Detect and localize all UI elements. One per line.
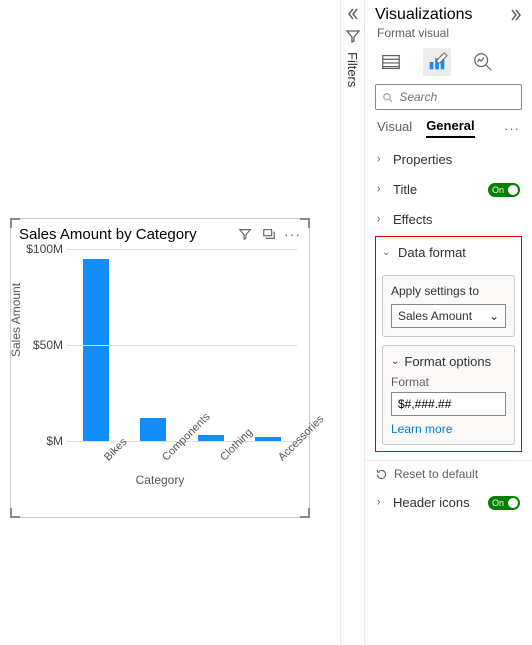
analytics-icon[interactable] bbox=[469, 48, 497, 76]
y-tick-label: $M bbox=[21, 434, 63, 448]
chevron-right-icon bbox=[377, 214, 387, 225]
chart-title: Sales Amount by Category bbox=[19, 226, 230, 243]
reset-icon bbox=[375, 468, 388, 481]
apply-settings-card: Apply settings to Sales Amount bbox=[382, 275, 515, 337]
collapse-filters-icon[interactable] bbox=[345, 6, 361, 22]
chevron-right-icon bbox=[377, 154, 387, 165]
bar[interactable] bbox=[140, 418, 166, 441]
apply-settings-select[interactable]: Sales Amount bbox=[391, 304, 506, 328]
search-icon bbox=[382, 91, 393, 104]
format-options-card: Format options Format Learn more bbox=[382, 345, 515, 445]
apply-settings-label: Apply settings to bbox=[391, 284, 506, 298]
bar[interactable] bbox=[83, 259, 109, 441]
section-header-icons-label: Header icons bbox=[393, 495, 488, 510]
section-header-icons[interactable]: Header icons On bbox=[373, 487, 524, 517]
section-properties-label: Properties bbox=[393, 152, 520, 167]
chevron-down-icon bbox=[382, 247, 392, 258]
search-input[interactable] bbox=[399, 90, 515, 104]
title-toggle[interactable]: On bbox=[488, 183, 520, 197]
visualizations-pane: Visualizations Format visual Visual Gene… bbox=[364, 0, 532, 645]
format-string-input[interactable] bbox=[391, 392, 506, 416]
filters-rail-label[interactable]: Filters bbox=[345, 52, 360, 87]
section-data-format[interactable]: Data format bbox=[382, 237, 515, 267]
format-visual-icon[interactable] bbox=[423, 48, 451, 76]
chevron-right-icon bbox=[377, 184, 387, 195]
section-properties[interactable]: Properties bbox=[373, 144, 524, 174]
search-box[interactable] bbox=[375, 84, 522, 110]
grid-line bbox=[67, 345, 297, 346]
chevron-right-icon bbox=[377, 497, 387, 508]
format-options-header[interactable]: Format options bbox=[391, 354, 506, 369]
format-options-label: Format options bbox=[404, 354, 491, 369]
tab-visual[interactable]: Visual bbox=[377, 119, 412, 137]
selection-handle-br[interactable] bbox=[300, 508, 310, 518]
filters-rail: Filters bbox=[340, 0, 364, 645]
chevron-down-icon bbox=[391, 356, 399, 367]
selection-handle-bl[interactable] bbox=[10, 508, 20, 518]
pane-title: Visualizations bbox=[375, 6, 508, 24]
report-canvas[interactable]: Sales Amount by Category ··· Sales Amoun… bbox=[0, 0, 340, 645]
apply-settings-value: Sales Amount bbox=[398, 309, 472, 323]
tab-general[interactable]: General bbox=[426, 118, 474, 138]
focus-mode-icon[interactable] bbox=[260, 225, 278, 243]
section-effects-label: Effects bbox=[393, 212, 520, 227]
section-effects[interactable]: Effects bbox=[373, 204, 524, 234]
section-title[interactable]: Title On bbox=[373, 174, 524, 204]
visual-frame[interactable]: Sales Amount by Category ··· Sales Amoun… bbox=[10, 218, 310, 518]
selection-handle-tr[interactable] bbox=[300, 218, 310, 228]
selection-handle-tl[interactable] bbox=[10, 218, 20, 228]
section-title-label: Title bbox=[393, 182, 488, 197]
format-mode-bar bbox=[365, 44, 532, 84]
plot-area: $100M$50M$M bbox=[67, 249, 297, 441]
reset-to-default[interactable]: Reset to default bbox=[365, 460, 532, 487]
reset-label: Reset to default bbox=[394, 467, 478, 481]
learn-more-link[interactable]: Learn more bbox=[391, 422, 452, 436]
tabs-overflow-icon[interactable]: ··· bbox=[504, 121, 520, 136]
header-icons-toggle[interactable]: On bbox=[488, 496, 520, 510]
chevron-down-icon bbox=[489, 309, 499, 323]
more-options-icon[interactable]: ··· bbox=[284, 226, 301, 242]
data-format-highlight: Data format Apply settings to Sales Amou… bbox=[375, 236, 522, 452]
pane-subtitle: Format visual bbox=[365, 26, 532, 44]
format-field-label: Format bbox=[391, 375, 506, 389]
filters-icon[interactable] bbox=[345, 28, 361, 44]
filter-icon[interactable] bbox=[236, 225, 254, 243]
grid-line bbox=[67, 249, 297, 250]
section-data-format-label: Data format bbox=[398, 245, 511, 260]
expand-pane-icon[interactable] bbox=[508, 7, 524, 23]
chart-body: Sales Amount $100M$50M$M Category BikesC… bbox=[19, 249, 301, 485]
build-visual-icon[interactable] bbox=[377, 48, 405, 76]
x-axis-title: Category bbox=[19, 473, 301, 487]
format-tabs: Visual General ··· bbox=[365, 116, 532, 142]
y-tick-label: $50M bbox=[21, 338, 63, 352]
y-tick-label: $100M bbox=[21, 242, 63, 256]
